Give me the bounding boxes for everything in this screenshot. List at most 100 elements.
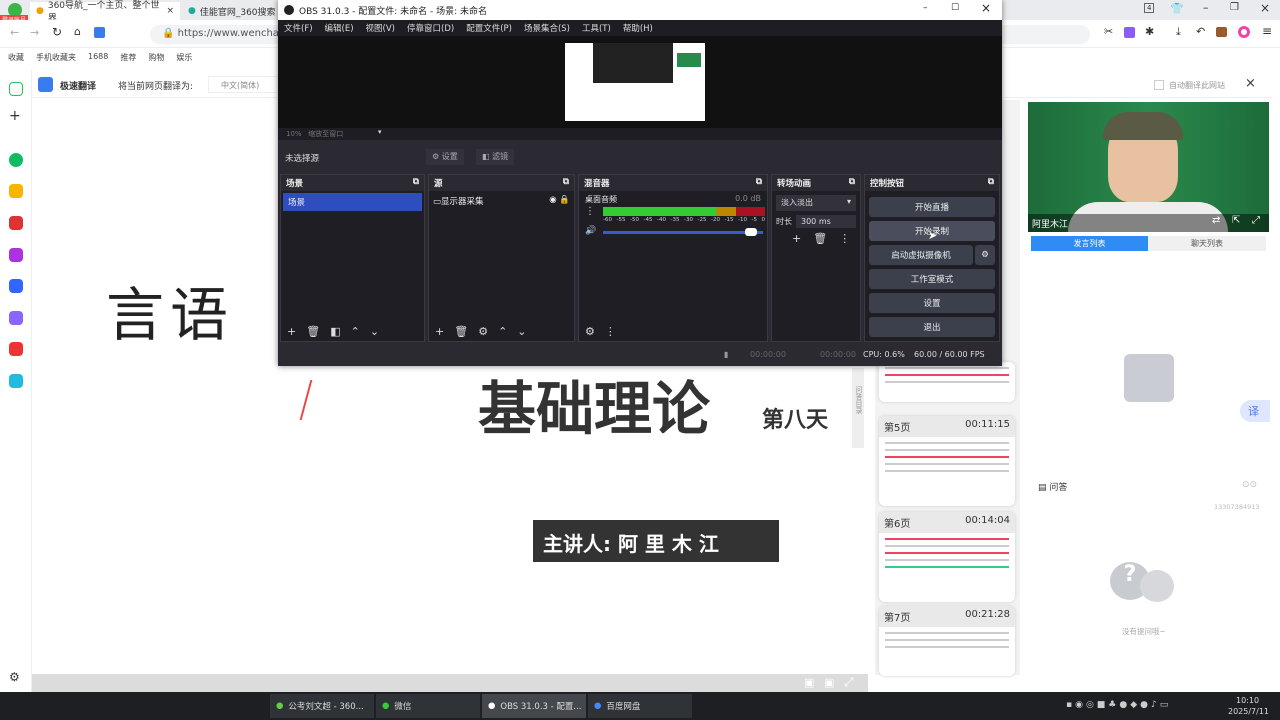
gear-icon[interactable]: ⚙ xyxy=(585,325,595,338)
add-icon[interactable]: + xyxy=(435,325,444,338)
chevron-down-icon[interactable]: ⌄ xyxy=(370,325,379,338)
thumbnail-card[interactable] xyxy=(879,362,1015,402)
more-icon[interactable]: ⋮ xyxy=(585,206,595,217)
menu-scene-collection[interactable]: 场景集合(S) xyxy=(524,22,570,34)
trash-icon[interactable]: 🗑 xyxy=(454,325,468,338)
duration-input[interactable]: 300 ms xyxy=(796,215,856,228)
filter-icon[interactable]: ◧ xyxy=(330,325,340,338)
reload-icon[interactable]: ↻ xyxy=(52,25,62,39)
restore-icon[interactable]: ❐ xyxy=(1230,2,1239,13)
collapse-icon[interactable]: ⊙⊙ xyxy=(1242,480,1257,490)
minimize-icon[interactable]: – xyxy=(923,3,928,13)
bookmark-item[interactable]: 手机收藏夹 xyxy=(36,52,76,64)
more-icon[interactable]: ⋮ xyxy=(839,232,850,245)
taskbar-item[interactable]: ● 微信 xyxy=(376,694,480,718)
settings-icon[interactable]: ⚙ xyxy=(9,670,23,684)
menu-profile[interactable]: 配置文件(P) xyxy=(466,22,512,34)
browser-tab[interactable]: ● 360导航_一个主页、整个世界 × xyxy=(30,1,180,24)
exit-button[interactable]: 退出 xyxy=(869,317,995,337)
ai-icon[interactable] xyxy=(94,27,105,38)
eye-icon[interactable]: ◉ xyxy=(549,195,556,205)
taskbar-item[interactable]: ● OBS 31.0.3 - 配置... xyxy=(482,694,586,718)
minimize-icon[interactable]: – xyxy=(1203,1,1209,14)
skin-icon[interactable]: 👕 xyxy=(1170,2,1184,15)
undock-icon[interactable]: ⧉ xyxy=(563,177,569,189)
add-icon[interactable]: + xyxy=(9,108,23,124)
add-icon[interactable]: + xyxy=(792,232,801,245)
switch-icon[interactable]: ⇄ xyxy=(1212,215,1220,226)
app-icon[interactable] xyxy=(9,374,23,388)
taskbar-item[interactable]: ● 公考刘文超 - 360... xyxy=(270,694,374,718)
puzzle-icon[interactable]: ✱ xyxy=(1145,25,1154,38)
speaker-icon[interactable]: 🔊 xyxy=(585,226,596,236)
maximize-icon[interactable]: ☐ xyxy=(951,3,959,13)
menu-docks[interactable]: 停靠窗口(D) xyxy=(407,22,454,34)
tab-chat[interactable]: 聊天列表 xyxy=(1148,236,1266,251)
app-icon[interactable] xyxy=(9,311,23,325)
bookmark-item[interactable]: 1688 xyxy=(88,52,108,64)
trash-icon[interactable]: 🗑 xyxy=(813,232,827,245)
screenshot-icon[interactable]: ▣ xyxy=(804,676,814,689)
tab-speakers[interactable]: 发言列表 xyxy=(1031,236,1148,251)
popout-icon[interactable]: ⇱ xyxy=(1232,215,1240,226)
obs-preview[interactable] xyxy=(278,36,1002,128)
thumbnail-card[interactable]: 第6页 00:14:04 xyxy=(879,512,1015,602)
menu-tools[interactable]: 工具(T) xyxy=(582,22,611,34)
scissors-icon[interactable]: ✂ xyxy=(1104,25,1113,38)
thumbnail-card[interactable]: 第7页 00:21:28 xyxy=(879,606,1015,676)
menu-edit[interactable]: 编辑(E) xyxy=(325,22,354,34)
more-icon[interactable]: ⋮ xyxy=(605,325,616,338)
virtual-camera-settings-icon[interactable]: ⚙ xyxy=(975,245,995,265)
bookmark-item[interactable]: 推荐 xyxy=(120,52,136,64)
lock-icon[interactable]: 🔒 xyxy=(559,195,570,205)
app-icon[interactable] xyxy=(9,248,23,262)
translate-float-button[interactable]: 译 xyxy=(1240,400,1270,422)
tab-count[interactable]: 4 xyxy=(1144,3,1155,13)
properties-button[interactable]: ⚙ 设置 xyxy=(426,149,464,165)
fullscreen-icon[interactable]: ⤢ xyxy=(844,675,854,690)
trash-icon[interactable]: 🗑 xyxy=(306,325,320,338)
undock-icon[interactable]: ⧉ xyxy=(756,177,762,189)
close-translate-icon[interactable]: × xyxy=(1245,76,1256,91)
settings-button[interactable]: 设置 xyxy=(869,293,995,313)
preview-zoom-bar[interactable]: 10% 缩放至窗口 ▾ xyxy=(278,128,1002,140)
start-streaming-button[interactable]: 开始直播 xyxy=(869,197,995,217)
close-icon[interactable]: × xyxy=(1260,1,1270,15)
toolbox-icon[interactable] xyxy=(1216,27,1227,37)
pip-icon[interactable]: ▣ xyxy=(824,676,834,689)
bookmark-item[interactable]: 收藏 xyxy=(8,52,24,64)
close-tab-icon[interactable]: × xyxy=(166,6,174,16)
add-icon[interactable]: + xyxy=(287,325,296,338)
chevron-down-icon[interactable]: ⌄ xyxy=(517,325,526,338)
source-item[interactable]: ▭显示器采集 ◉ 🔒 xyxy=(433,195,570,207)
chevron-up-icon[interactable]: ⌃ xyxy=(498,325,507,338)
volume-slider[interactable] xyxy=(603,228,763,236)
language-select[interactable]: 中文(简体) xyxy=(208,76,288,93)
app-icon[interactable] xyxy=(9,216,23,230)
profile-icon[interactable] xyxy=(1238,26,1250,38)
fullscreen-icon[interactable]: ⤢ xyxy=(1252,215,1260,226)
start-virtual-camera-button[interactable]: 启动虚拟摄像机 xyxy=(869,245,973,265)
filters-button[interactable]: ◧ 滤镜 xyxy=(476,149,515,165)
undock-icon[interactable]: ⧉ xyxy=(849,177,855,189)
menu-view[interactable]: 视图(V) xyxy=(366,22,395,34)
game-icon[interactable] xyxy=(9,342,23,356)
forward-icon[interactable]: → xyxy=(30,26,39,39)
transition-select[interactable]: 淡入淡出 ▾ xyxy=(776,195,856,211)
undock-icon[interactable]: ⧉ xyxy=(413,177,419,189)
tray-icons[interactable]: ▪◉◎■♣●◆●♪▭ xyxy=(1066,700,1171,710)
volume-handle[interactable] xyxy=(745,228,757,236)
home-icon[interactable]: ⌂ xyxy=(74,25,81,38)
close-icon[interactable]: × xyxy=(981,1,991,15)
ai-icon[interactable] xyxy=(9,279,23,293)
menu-help[interactable]: 帮助(H) xyxy=(623,22,653,34)
chevron-up-icon[interactable]: ⌃ xyxy=(351,325,360,338)
studio-mode-button[interactable]: 工作室模式 xyxy=(869,269,995,289)
catalog-toggle[interactable]: 问答目录 xyxy=(852,368,864,448)
bookmark-item[interactable]: 娱乐 xyxy=(176,52,192,64)
star-icon[interactable] xyxy=(9,184,23,198)
extension-icon[interactable] xyxy=(1124,27,1135,38)
back-icon[interactable]: ← xyxy=(10,26,19,39)
gear-icon[interactable]: ⚙ xyxy=(478,325,488,338)
auto-translate-checkbox[interactable] xyxy=(1154,80,1164,90)
